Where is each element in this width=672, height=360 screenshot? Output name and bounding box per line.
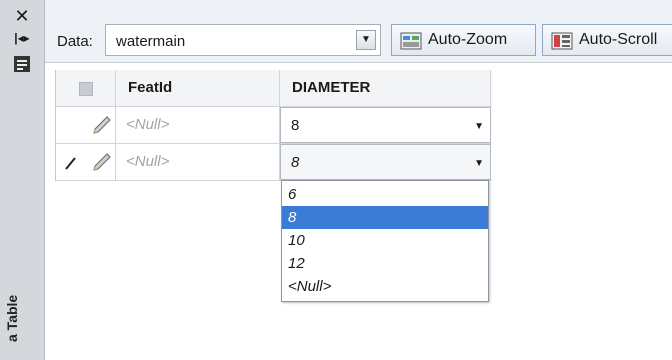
chevron-down-icon[interactable]: ▼ (474, 158, 484, 169)
dropdown-option[interactable]: 12 (282, 252, 488, 275)
editing-pencil-icon (64, 156, 78, 170)
close-icon[interactable]: ✕ (12, 6, 32, 26)
attribute-table: FeatId DIAMETER <Null> 8 ▼ <Null> 8 ▼ (55, 70, 492, 181)
column-header-featid[interactable]: FeatId (116, 70, 280, 106)
diameter-value: 8 (291, 154, 300, 171)
auto-zoom-icon (400, 31, 422, 50)
edit-record-icon (92, 152, 112, 172)
dropdown-option[interactable]: 10 (282, 229, 488, 252)
row-header[interactable] (56, 107, 116, 143)
column-header-diameter[interactable]: DIAMETER (280, 70, 491, 106)
auto-scroll-icon (551, 31, 573, 50)
select-all-box[interactable] (79, 82, 93, 96)
data-table-panel: Data: watermain ▼ Auto-Zoom Auto-Scroll … (45, 0, 672, 360)
dropdown-option[interactable]: 6 (282, 183, 488, 206)
diameter-value: 8 (291, 117, 300, 134)
featid-cell[interactable]: <Null> (116, 144, 280, 180)
diameter-cell-editing[interactable]: 8 ▼ (280, 144, 491, 180)
table-header-row: FeatId DIAMETER (56, 70, 492, 107)
chevron-down-icon[interactable]: ▼ (474, 121, 484, 132)
chevron-down-icon[interactable]: ▼ (356, 30, 376, 50)
panel-title: a Table (4, 294, 20, 342)
side-strip: ✕ |◂▸ a Table (0, 0, 45, 360)
auto-zoom-label: Auto-Zoom (428, 31, 508, 48)
dropdown-option-selected[interactable]: 8 (282, 206, 488, 229)
data-label: Data: (57, 33, 93, 50)
dropdown-option[interactable]: <Null> (282, 275, 488, 298)
toolbar: Data: watermain ▼ Auto-Zoom Auto-Scroll (45, 0, 672, 63)
data-source-value: watermain (116, 33, 186, 50)
edit-record-icon (92, 115, 112, 135)
auto-scroll-label: Auto-Scroll (579, 31, 658, 48)
diameter-dropdown-list[interactable]: 6 8 10 12 <Null> (281, 180, 489, 302)
row-header[interactable] (56, 144, 116, 180)
featid-cell[interactable]: <Null> (116, 107, 280, 143)
table-row[interactable]: <Null> 8 ▼ (56, 107, 492, 144)
table-row[interactable]: <Null> 8 ▼ (56, 144, 492, 181)
diameter-cell[interactable]: 8 ▼ (280, 107, 491, 143)
properties-icon[interactable] (12, 54, 32, 74)
select-all-cell[interactable] (56, 70, 116, 106)
auto-zoom-button[interactable]: Auto-Zoom (391, 24, 536, 56)
data-source-select[interactable]: watermain ▼ (105, 24, 381, 56)
dock-icon[interactable]: |◂▸ (12, 28, 32, 48)
auto-scroll-button[interactable]: Auto-Scroll (542, 24, 672, 56)
